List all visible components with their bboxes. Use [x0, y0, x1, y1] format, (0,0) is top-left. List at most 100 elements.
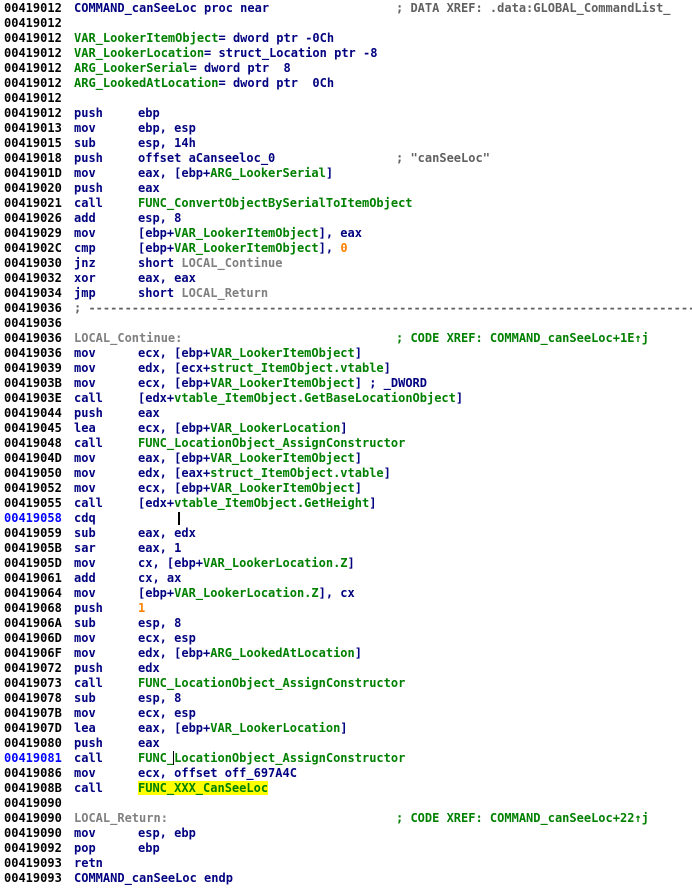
listing-line[interactable]: 0041903E call [edx+vtable_ItemObject.GetBa… — [0, 391, 692, 406]
operand-token[interactable]: ARG_LookerSerial — [210, 166, 326, 180]
operand-token[interactable]: ebp, esp — [138, 121, 196, 135]
instruction-operands[interactable]: esp, 8 — [138, 211, 181, 226]
instruction-operands[interactable]: FUNC_ConvertObjectBySerialToItemObject — [138, 196, 413, 211]
label-token[interactable]: LOCAL_Continue: — [74, 331, 182, 345]
line-address[interactable]: 00419029 — [4, 226, 62, 241]
instruction-operands[interactable]: eax, edx — [138, 526, 196, 541]
instruction-operands[interactable]: eax — [138, 736, 160, 751]
operand-token[interactable]: ebp — [138, 841, 160, 855]
instruction-operands[interactable]: ecx, [ebp+VAR_LookerItemObject] — [138, 346, 362, 361]
operand-token[interactable]: short — [138, 256, 181, 270]
operand-token[interactable]: struct_ItemObject.vtable — [210, 361, 383, 375]
instruction-mnemonic[interactable]: push — [74, 181, 103, 196]
listing-line[interactable]: 0041906A sub esp, 8 — [0, 616, 692, 631]
listing-line[interactable]: 00419086 mov ecx, offset off_697A4C — [0, 766, 692, 781]
label-token[interactable]: ARG_LookedAtLocation — [74, 76, 219, 90]
line-address[interactable]: 00419090 — [4, 811, 62, 826]
listing-line[interactable]: 00419093 COMMAND_canSeeLoc endp — [0, 871, 692, 886]
line-address[interactable]: 00419013 — [4, 121, 62, 136]
instruction-operands[interactable]: [ebp+VAR_LookerItemObject], 0 — [138, 241, 348, 256]
instruction-operands[interactable]: eax, eax — [138, 271, 196, 286]
instruction-operands[interactable]: edx, [ebp+ARG_LookedAtLocation] — [138, 646, 362, 661]
instruction-operands[interactable]: eax, [ebp+VAR_LookerItemObject] — [138, 451, 362, 466]
instruction-operands[interactable]: FUNC_LocationObject_AssignConstructor — [138, 436, 405, 451]
line-address[interactable]: 0041908B — [4, 781, 62, 796]
disassembly-listing[interactable]: 00419012 COMMAND_canSeeLoc proc near ; DAT… — [0, 0, 692, 886]
instruction-mnemonic[interactable]: mov — [74, 121, 96, 136]
line-address[interactable]: 00419093 — [4, 871, 62, 886]
operand-token[interactable]: ecx, [ebp+ — [138, 481, 210, 495]
instruction-operands[interactable]: esp, ebp — [138, 826, 196, 841]
instruction-operands[interactable]: ecx, esp — [138, 706, 196, 721]
instruction-operands[interactable]: eax, 1 — [138, 541, 181, 556]
instruction-operands[interactable]: esp, 8 — [138, 691, 181, 706]
listing-line[interactable]: 00419039 mov edx, [ecx+struct_ItemObject.v… — [0, 361, 692, 376]
instruction-mnemonic[interactable]: call — [74, 676, 103, 691]
listing-line[interactable]: 00419013 mov ebp, esp — [0, 121, 692, 136]
line-address[interactable]: 00419018 — [4, 151, 62, 166]
line-address[interactable]: 00419044 — [4, 406, 62, 421]
line-address[interactable]: 00419012 — [4, 16, 62, 31]
xref-comment[interactable]: ; CODE XREF: COMMAND_canSeeLoc+22↑j — [396, 811, 649, 826]
operand-token[interactable]: VAR_LookerItemObject — [210, 346, 355, 360]
instruction-mnemonic[interactable]: xor — [74, 271, 96, 286]
line-address[interactable]: 00419061 — [4, 571, 62, 586]
label-definition[interactable]: VAR_LookerLocation= struct_Location ptr … — [74, 46, 377, 61]
instruction-mnemonic[interactable]: call — [74, 436, 103, 451]
operand-token[interactable]: ebp — [138, 106, 160, 120]
instruction-operands[interactable]: [ebp+VAR_LookerLocation.Z], cx — [138, 586, 355, 601]
operand-token[interactable]: [edx+ — [138, 391, 174, 405]
line-address[interactable]: 00419045 — [4, 421, 62, 436]
label-token[interactable]: = dword ptr 8 — [190, 61, 291, 75]
operand-token[interactable]: esp, 14h — [138, 136, 196, 150]
listing-line[interactable]: 0041907D lea eax, [ebp+VAR_LookerLocation] — [0, 721, 692, 736]
operand-token[interactable]: VAR_LookerLocation.Z — [203, 556, 348, 570]
instruction-mnemonic[interactable]: mov — [74, 166, 96, 181]
instruction-operands[interactable]: [edx+vtable_ItemObject.GetBaseLocationOb… — [138, 391, 463, 406]
operand-token[interactable]: ] — [355, 346, 362, 360]
instruction-operands[interactable]: ebp — [138, 106, 160, 121]
operand-token[interactable]: ] — [355, 646, 362, 660]
line-address[interactable]: 00419026 — [4, 211, 62, 226]
line-address[interactable]: 0041904D — [4, 451, 62, 466]
listing-line[interactable]: 0041904D mov eax, [ebp+VAR_LookerItemObjec… — [0, 451, 692, 466]
line-address[interactable]: 0041903E — [4, 391, 62, 406]
operand-token[interactable]: vtable_ItemObject.GetHeight — [174, 496, 369, 510]
listing-line[interactable]: 00419064 mov [ebp+VAR_LookerLocation.Z], c… — [0, 586, 692, 601]
instruction-operands[interactable]: FUNC_XXX_CanSeeLoc — [138, 781, 269, 796]
operand-token[interactable]: ] — [384, 466, 391, 480]
listing-line[interactable]: 00419020 push eax — [0, 181, 692, 196]
operand-token[interactable]: cx, ax — [138, 571, 181, 585]
operand-token[interactable]: LOCAL_Return — [181, 286, 268, 300]
instruction-mnemonic[interactable]: sub — [74, 616, 96, 631]
listing-line[interactable]: 00419012 VAR_LookerItemObject= dword ptr … — [0, 31, 692, 46]
instruction-mnemonic[interactable]: push — [74, 151, 103, 166]
operand-token[interactable]: eax, eax — [138, 271, 196, 285]
operand-token[interactable]: ] — [340, 421, 347, 435]
instruction-operands[interactable]: cx, ax — [138, 571, 181, 586]
operand-token[interactable]: eax, 1 — [138, 541, 181, 555]
listing-line[interactable]: 00419072 push edx — [0, 661, 692, 676]
instruction-operands[interactable]: [ebp+VAR_LookerItemObject], eax — [138, 226, 362, 241]
instruction-mnemonic[interactable]: push — [74, 406, 103, 421]
listing-line[interactable]: 0041907B mov ecx, esp — [0, 706, 692, 721]
line-address[interactable]: 0041902C — [4, 241, 62, 256]
instruction-operands[interactable]: esp, 14h — [138, 136, 196, 151]
instruction-operands[interactable]: 1 — [138, 601, 145, 616]
operand-token[interactable]: esp, 8 — [138, 616, 181, 630]
line-address[interactable]: 00419012 — [4, 31, 62, 46]
listing-line[interactable]: 00419012 VAR_LookerLocation= struct_Locat… — [0, 46, 692, 61]
operand-token[interactable]: ], cx — [319, 586, 355, 600]
instruction-operands[interactable]: eax, [ebp+VAR_LookerLocation] — [138, 721, 348, 736]
listing-line[interactable]: 00419026 add esp, 8 — [0, 211, 692, 226]
instruction-operands[interactable]: short LOCAL_Continue — [138, 256, 283, 271]
instruction-operands[interactable]: FUNC_LocationObject_AssignConstructor — [138, 751, 406, 766]
instruction-mnemonic[interactable]: mov — [74, 646, 96, 661]
operand-token[interactable]: eax, [ebp+ — [138, 451, 210, 465]
label-definition[interactable]: COMMAND_canSeeLoc endp — [74, 871, 233, 886]
instruction-mnemonic[interactable]: mov — [74, 556, 96, 571]
listing-line[interactable]: 00419036 mov ecx, [ebp+VAR_LookerItemObjec… — [0, 346, 692, 361]
operand-token[interactable]: eax, [ebp+ — [138, 166, 210, 180]
listing-line[interactable]: 00419080 push eax — [0, 736, 692, 751]
line-address[interactable]: 00419090 — [4, 826, 62, 841]
